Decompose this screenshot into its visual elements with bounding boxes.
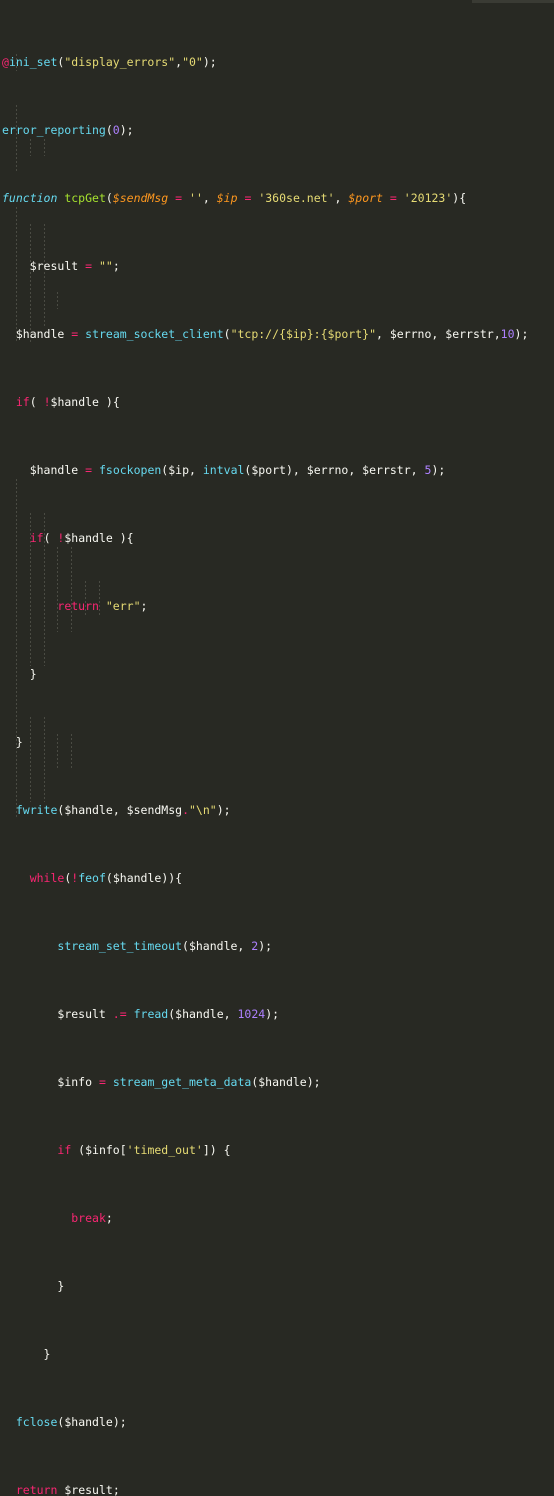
code-line: fwrite($handle, $sendMsg."\n"); [15, 803, 231, 817]
code-line: } [2, 735, 23, 749]
code-line: } [2, 1279, 65, 1293]
code-line: if( !$handle ){ [15, 395, 120, 409]
code-line: return $result; [15, 1483, 120, 1496]
code-line: if ($info['timed_out']) { [57, 1143, 231, 1157]
code-line: break; [71, 1211, 113, 1225]
code-content[interactable]: @ini_set("display_errors","0"); error_re… [0, 3, 554, 1496]
code-line: @ini_set("display_errors","0"); [2, 55, 217, 69]
code-line: $result .= fread($handle, 1024); [57, 1007, 280, 1021]
code-line: $info = stream_get_meta_data($handle); [57, 1075, 321, 1089]
code-line: } [2, 1347, 51, 1361]
code-editor-pane[interactable]: @ini_set("display_errors","0"); error_re… [0, 0, 554, 1496]
code-line: function tcpGet($sendMsg = '', $ip = '36… [2, 191, 467, 205]
code-line: $handle = stream_socket_client("tcp://{$… [15, 327, 529, 341]
code-line: } [2, 667, 37, 681]
code-line: if( !$handle ){ [29, 531, 134, 545]
code-line: $handle = fsockopen($ip, intval($port), … [29, 463, 446, 477]
code-line: fclose($handle); [15, 1415, 127, 1429]
code-line: $result = ""; [29, 259, 120, 273]
code-line: error_reporting(0); [2, 123, 134, 137]
code-line: stream_set_timeout($handle, 2); [57, 939, 273, 953]
code-line: return "err"; [57, 599, 148, 613]
code-line: while(!feof($handle)){ [29, 871, 183, 885]
